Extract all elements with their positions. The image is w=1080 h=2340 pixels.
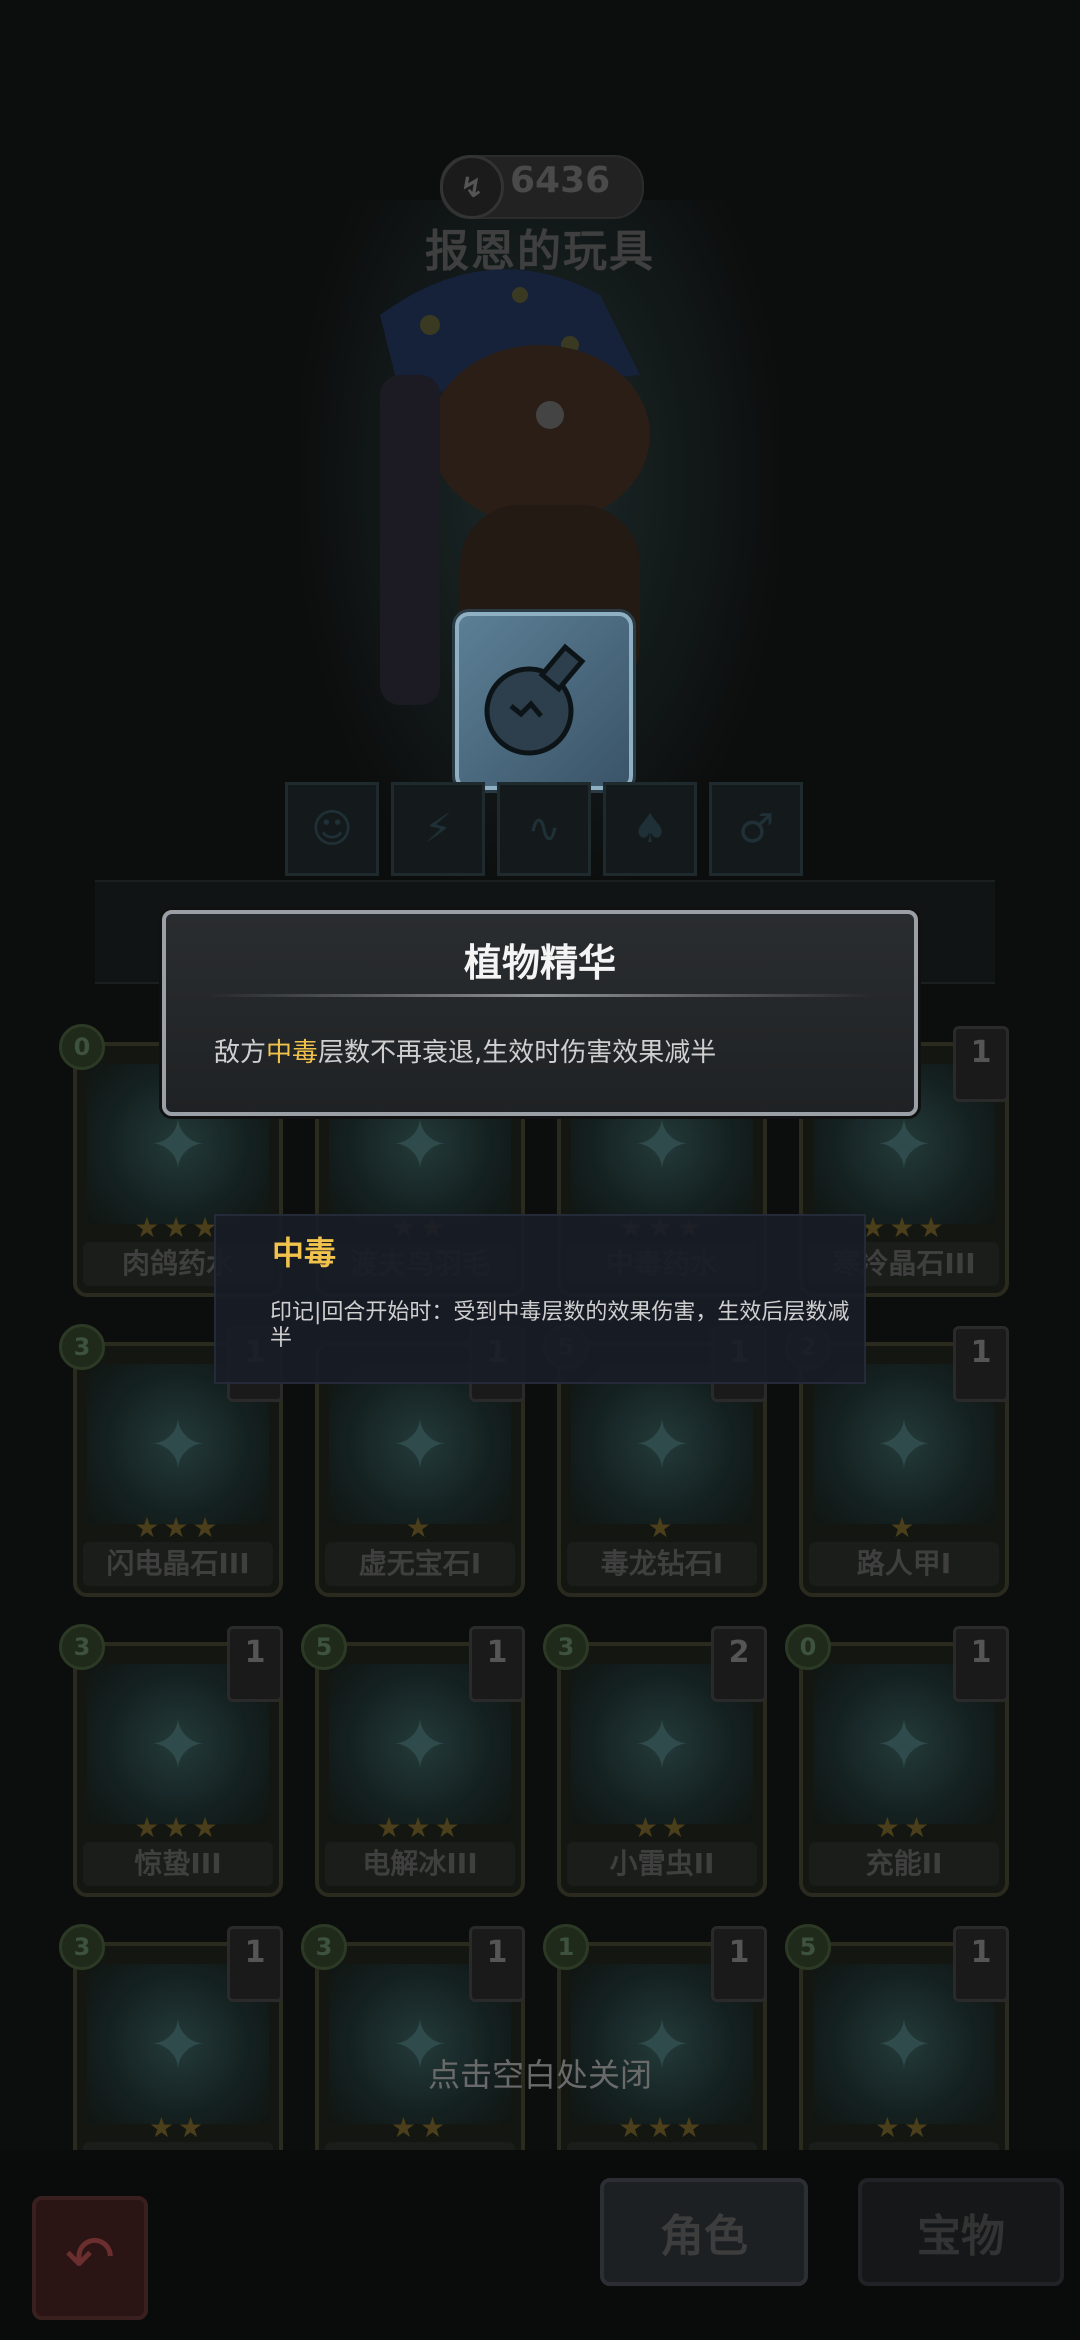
back-arrow-icon: ↶	[64, 2223, 116, 2293]
card-art-icon: ✦	[874, 1704, 934, 1786]
card-stars: ★★★	[376, 1811, 464, 1844]
card-level-badge: 1	[953, 1926, 1009, 2002]
card-art-icon: ✦	[390, 1104, 450, 1186]
card-name: 小雷虫II	[567, 1842, 757, 1886]
card-stars: ★★★	[134, 1511, 222, 1544]
card-art-icon: ✦	[148, 1104, 208, 1186]
desc-prefix: 敌方	[214, 1038, 267, 1068]
card-art-icon: ✦	[390, 1704, 450, 1786]
desc-keyword[interactable]: 中毒	[266, 1038, 318, 1068]
card-name: 充能II	[809, 1842, 999, 1886]
tab-treasure[interactable]: 宝物	[858, 2178, 1064, 2286]
card-stars: ★★	[632, 1811, 692, 1844]
card-stars: ★★★	[134, 1811, 222, 1844]
card-name: 虚无宝石I	[325, 1542, 515, 1586]
card-level-badge: 1	[953, 1026, 1009, 1102]
tooltip-title: 中毒	[272, 1234, 337, 1272]
card-stars: ★★★	[618, 2111, 706, 2144]
card-level-badge: 1	[227, 1626, 283, 1702]
card-stars: ★★	[148, 2111, 208, 2144]
card-art-icon: ✦	[632, 1404, 692, 1486]
poison-bottle-icon	[484, 643, 586, 756]
power-icon: ↯	[440, 155, 504, 219]
card-art-icon: ✦	[632, 1104, 692, 1186]
card-cost-badge: 3	[543, 1624, 589, 1670]
card-cost-badge: 3	[59, 1624, 105, 1670]
relic-potion-icon[interactable]	[455, 612, 633, 790]
back-button[interactable]: ↶	[32, 2196, 148, 2320]
modal-description: 敌方中毒层数不再衰退,生效时伤害效果减半	[214, 1032, 716, 1069]
desc-suffix: 层数不再衰退,生效时伤害效果减半	[318, 1038, 717, 1068]
modal-title: 植物精华	[463, 941, 616, 985]
card-level-badge: 2	[711, 1626, 767, 1702]
card-cost-badge: 5	[301, 1624, 347, 1670]
equipment-slot-4[interactable]: ♠	[603, 782, 697, 876]
card-level-badge: 1	[227, 1926, 283, 2002]
card-name: 电解冰III	[325, 1842, 515, 1886]
card-art-icon: ✦	[148, 1704, 208, 1786]
card-cost-badge: 0	[785, 1624, 831, 1670]
card-stars: ★★	[874, 1811, 934, 1844]
card-stars: ★★	[874, 2111, 934, 2144]
equipment-slot-2[interactable]: ⚡	[391, 782, 485, 876]
card-level-badge: 1	[953, 1326, 1009, 1402]
card-level-badge: 1	[711, 1926, 767, 2002]
card-level-badge: 1	[953, 1626, 1009, 1702]
card-name: 路人甲I	[809, 1542, 999, 1586]
card-cost-badge: 0	[59, 1024, 105, 1070]
tooltip-description: 印记|回合开始时：受到中毒层数的效果伤害，生效后层数减半	[270, 1300, 850, 1351]
card-art-icon: ✦	[632, 1704, 692, 1786]
card-art-icon: ✦	[390, 1404, 450, 1486]
card-name: 毒龙钻石I	[567, 1542, 757, 1586]
equipment-slot-5[interactable]: ♂	[709, 782, 803, 876]
card-cost-badge: 1	[543, 1924, 589, 1970]
equipment-slot-1[interactable]: ☺	[285, 782, 379, 876]
keyword-tooltip: 中毒 印记|回合开始时：受到中毒层数的效果伤害，生效后层数减半	[214, 1214, 866, 1384]
card-name: 闪电晶石III	[83, 1542, 273, 1586]
card-stars: ★	[647, 1511, 677, 1544]
card-art-icon: ✦	[874, 1404, 934, 1486]
card-cost-badge: 3	[59, 1324, 105, 1370]
card-stars: ★★	[390, 2111, 450, 2144]
card-stars: ★	[889, 1511, 919, 1544]
tab-role[interactable]: 角色	[600, 2178, 808, 2286]
close-hint[interactable]: 点击空白处关闭	[0, 2050, 1080, 2096]
card-stars: ★	[405, 1511, 435, 1544]
power-value: 6436	[510, 160, 611, 201]
card-level-badge: 1	[469, 1926, 525, 2002]
modal-divider	[206, 994, 874, 997]
card-art-icon: ✦	[874, 1104, 934, 1186]
card-cost-badge: 5	[785, 1924, 831, 1970]
relic-detail-modal[interactable]: 植物精华 敌方中毒层数不再衰退,生效时伤害效果减半	[162, 910, 918, 1116]
card-art-icon: ✦	[148, 1404, 208, 1486]
card-cost-badge: 3	[59, 1924, 105, 1970]
card-level-badge: 1	[469, 1626, 525, 1702]
card-cost-badge: 3	[301, 1924, 347, 1970]
equipment-slot-3[interactable]: ∿	[497, 782, 591, 876]
card-name: 惊蛰III	[83, 1842, 273, 1886]
